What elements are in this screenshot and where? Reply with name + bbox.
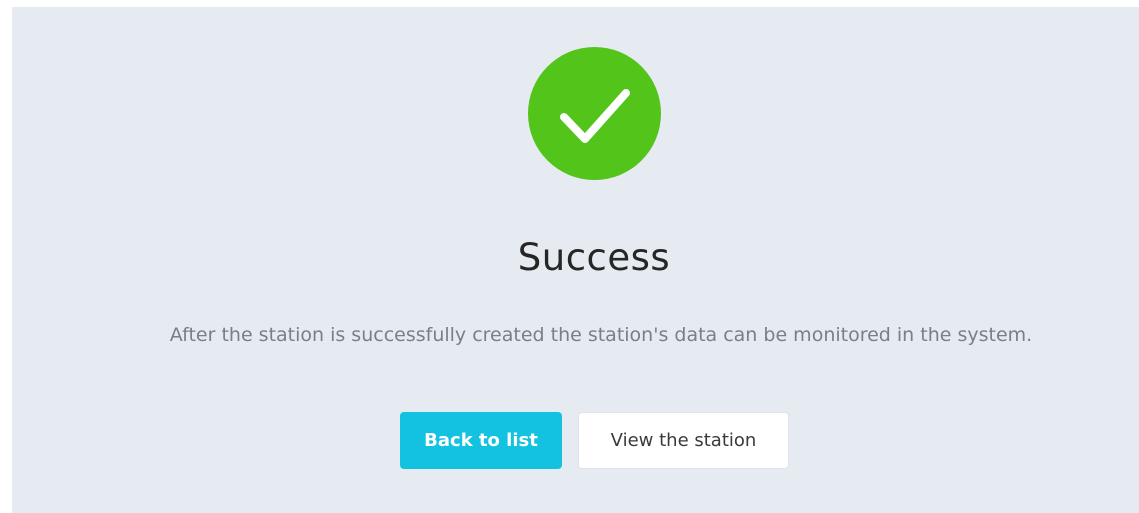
success-icon: [528, 47, 661, 180]
result-title: Success: [517, 236, 671, 279]
result-panel: Success After the station is successfull…: [12, 7, 1139, 513]
back-to-list-button[interactable]: Back to list: [400, 412, 562, 469]
checkmark-icon: [560, 89, 630, 143]
view-station-button[interactable]: View the station: [578, 412, 789, 469]
result-subtitle: After the station is successfully create…: [169, 324, 1033, 346]
